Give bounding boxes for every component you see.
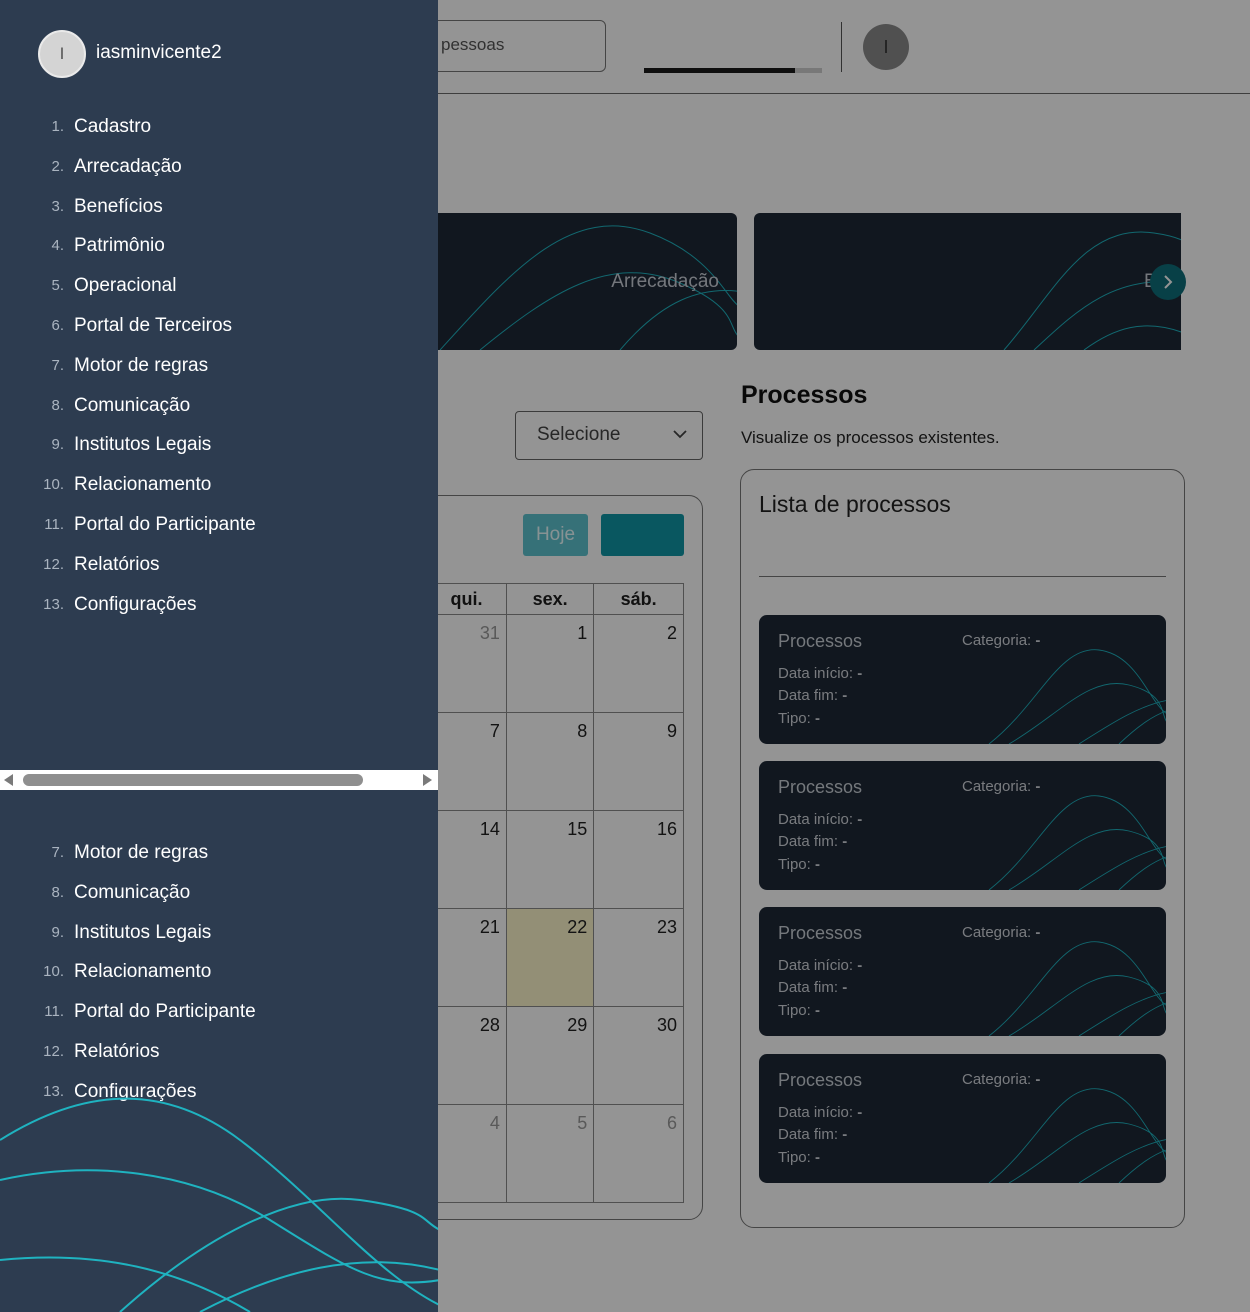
menu-item-label: Benefícios bbox=[74, 195, 163, 217]
menu-item-number: 11. bbox=[44, 1003, 64, 1021]
menu-item-label: Arrecadação bbox=[74, 155, 182, 177]
menu-item-number: 3. bbox=[51, 197, 64, 215]
menu-item-label: Portal do Participante bbox=[74, 1001, 256, 1023]
menu-item-number: 8. bbox=[51, 883, 64, 901]
drawer-menu-item[interactable]: 1. Cadastro bbox=[0, 107, 438, 147]
menu-item-label: Comunicação bbox=[74, 394, 191, 416]
drawer-menu-item[interactable]: 12. Relatórios bbox=[0, 545, 438, 585]
drawer-menu-item[interactable]: 11. Portal do Participante bbox=[0, 505, 438, 545]
menu-item-label: Relatórios bbox=[74, 553, 160, 575]
drawer-menu-item[interactable]: 11. Portal do Participante bbox=[0, 992, 438, 1032]
menu-item-number: 6. bbox=[51, 316, 64, 334]
horizontal-scrollbar[interactable] bbox=[0, 770, 438, 790]
drawer-menu-item[interactable]: 7. Motor de regras bbox=[0, 346, 438, 386]
menu-item-number: 5. bbox=[51, 277, 64, 295]
menu-item-number: 1. bbox=[51, 118, 64, 135]
menu-item-number: 8. bbox=[51, 396, 64, 414]
menu-item-label: Motor de regras bbox=[74, 354, 209, 376]
menu-item-number: 9. bbox=[51, 923, 64, 941]
menu-item-label: Operacional bbox=[74, 275, 177, 297]
menu-item-number: 4. bbox=[51, 237, 64, 255]
scrollbar-thumb[interactable] bbox=[23, 774, 363, 786]
menu-item-number: 10. bbox=[43, 476, 64, 494]
menu-item-label: Patrimônio bbox=[74, 235, 165, 257]
drawer-menu-item[interactable]: 10. Relacionamento bbox=[0, 465, 438, 505]
menu-item-label: Configurações bbox=[74, 593, 197, 615]
menu-item-number: 9. bbox=[51, 436, 64, 454]
drawer-menu-item[interactable]: 13. Configurações bbox=[0, 585, 438, 625]
username: iasminvicente2 bbox=[96, 42, 222, 63]
menu-item-number: 12. bbox=[43, 555, 64, 573]
menu-item-label: Institutos Legais bbox=[74, 921, 212, 943]
menu-item-label: Motor de regras bbox=[74, 842, 209, 863]
menu-item-number: 11. bbox=[44, 515, 64, 533]
drawer-menu-item[interactable]: 5. Operacional bbox=[0, 266, 438, 306]
drawer-menu-item[interactable]: 4. Patrimônio bbox=[0, 226, 438, 266]
menu-item-number: 13. bbox=[43, 595, 64, 613]
menu-item-number: 7. bbox=[51, 844, 64, 861]
drawer-wave-decoration bbox=[0, 1097, 438, 1312]
scroll-left-arrow-icon[interactable] bbox=[4, 774, 13, 786]
menu-item-label: Portal de Terceiros bbox=[74, 314, 233, 336]
drawer-menu-item[interactable]: 9. Institutos Legais bbox=[0, 425, 438, 465]
menu-item-number: 7. bbox=[51, 356, 64, 374]
menu-item-number: 10. bbox=[43, 963, 64, 981]
drawer-menu-item[interactable]: 12. Relatórios bbox=[0, 1032, 438, 1072]
menu-item-label: Relacionamento bbox=[74, 474, 212, 496]
menu-item-label: Institutos Legais bbox=[74, 434, 212, 456]
menu-item-label: Portal do Participante bbox=[74, 513, 256, 535]
side-drawer: I iasminvicente2 1. Cadastro 2. Arrecadação… bbox=[0, 0, 438, 1312]
drawer-menu-item[interactable]: 3. Benefícios bbox=[0, 187, 438, 227]
menu-item-label: Cadastro bbox=[74, 116, 152, 137]
drawer-menu-item[interactable]: 8. Comunicação bbox=[0, 873, 438, 913]
drawer-menu: 1. Cadastro 2. Arrecadação 3. Benefícios 4. Pat… bbox=[0, 107, 438, 624]
scroll-right-arrow-icon[interactable] bbox=[423, 774, 432, 786]
menu-item-label: Relatórios bbox=[74, 1040, 160, 1062]
menu-item-number: 12. bbox=[43, 1042, 64, 1060]
drawer-menu-item[interactable]: 6. Portal de Terceiros bbox=[0, 306, 438, 346]
drawer-menu-item[interactable]: 2. Arrecadação bbox=[0, 147, 438, 187]
drawer-menu-item[interactable]: 7. Motor de regras bbox=[0, 833, 438, 873]
menu-item-number: 2. bbox=[51, 157, 64, 175]
drawer-menu-item[interactable]: 9. Institutos Legais bbox=[0, 913, 438, 953]
drawer-menu-continued: 7. Motor de regras 8. Comunicação 9. Institut… bbox=[0, 833, 438, 1112]
drawer-menu-item[interactable]: 10. Relacionamento bbox=[0, 952, 438, 992]
menu-item-label: Relacionamento bbox=[74, 961, 212, 983]
menu-item-label: Comunicação bbox=[74, 881, 191, 903]
drawer-menu-item[interactable]: 8. Comunicação bbox=[0, 386, 438, 426]
user-avatar[interactable]: I bbox=[38, 30, 86, 78]
